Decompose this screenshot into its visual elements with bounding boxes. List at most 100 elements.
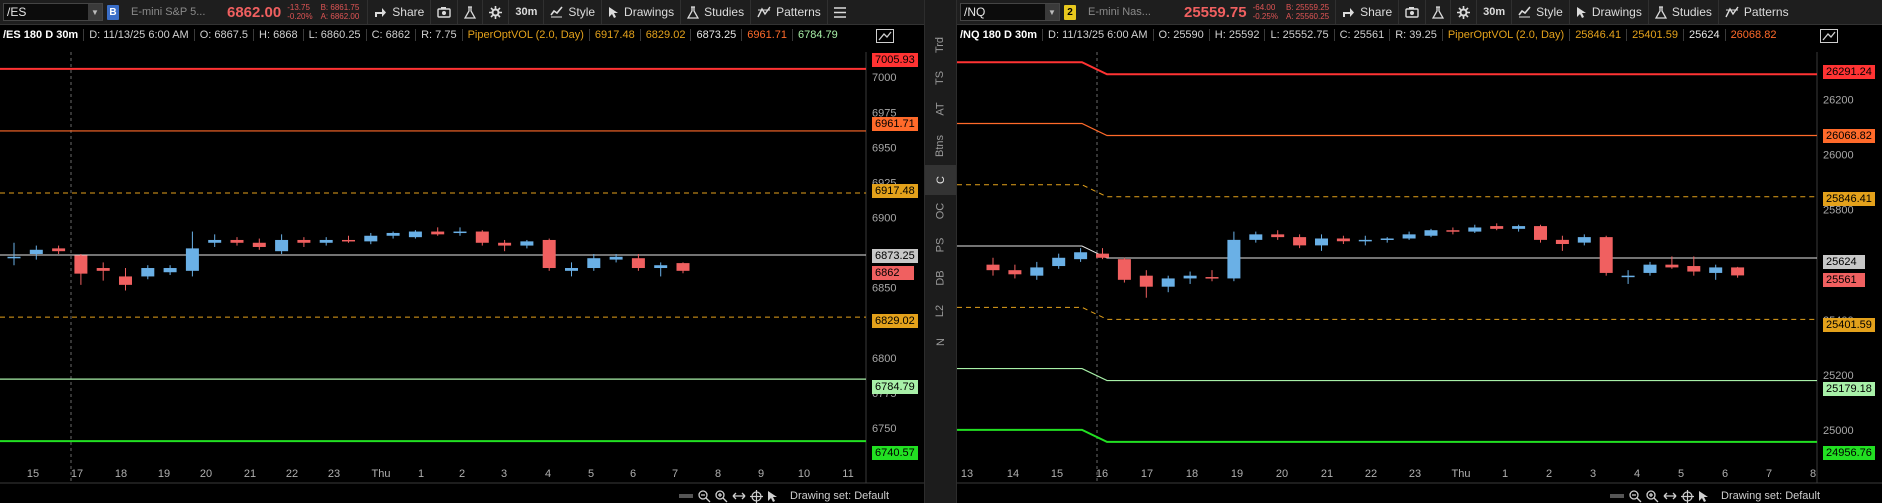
crosshair-icon[interactable] <box>1681 489 1694 503</box>
tab-db[interactable]: DB <box>925 263 956 293</box>
settings-button[interactable] <box>1450 0 1476 24</box>
candle-body <box>1665 264 1679 268</box>
studies-button[interactable]: Studies <box>1647 0 1718 24</box>
drawing-set-label[interactable]: Drawing set: Default <box>1721 490 1820 502</box>
candle-body <box>408 231 422 238</box>
drawings-button[interactable]: Drawings <box>601 0 680 24</box>
candle-body <box>1030 267 1044 276</box>
cursor-icon <box>609 6 619 18</box>
zoom-in-icon[interactable] <box>1646 489 1659 503</box>
link-group-badge[interactable]: B <box>107 4 119 20</box>
bar-date: D: 11/13/25 6:00 AM <box>83 28 189 41</box>
cursor-icon[interactable] <box>767 490 778 503</box>
snapshot-button[interactable] <box>430 0 457 24</box>
crosshair-icon[interactable] <box>750 489 763 503</box>
expand-chart-icon[interactable] <box>876 29 894 43</box>
candle-body <box>1446 230 1460 232</box>
ask-value: A: 25560.25 <box>1285 12 1330 21</box>
pan-arrows-icon[interactable] <box>732 491 746 501</box>
pan-arrows-icon[interactable] <box>1663 491 1677 501</box>
timeframe-button[interactable]: 30m <box>508 0 543 24</box>
style-button[interactable]: Style <box>543 0 601 24</box>
share-icon <box>375 8 387 17</box>
candle-body <box>1490 226 1504 229</box>
bar-date: D: 11/13/25 6:00 AM <box>1042 28 1148 41</box>
timeframe-button[interactable]: 30m <box>1476 0 1511 24</box>
cursor-icon[interactable] <box>1698 490 1709 503</box>
level-line-upper-1 <box>957 184 1817 198</box>
tab-l2[interactable]: L2 <box>925 296 956 326</box>
candle-body <box>185 248 199 271</box>
y-tick-label: 26000 <box>1823 149 1854 161</box>
symbol-text: /ES <box>7 5 27 19</box>
candle-body <box>1052 257 1066 267</box>
patterns-button[interactable]: Patterns <box>1717 0 1795 24</box>
studies-label: Studies <box>704 5 745 19</box>
chevron-down-icon[interactable]: ▼ <box>1045 4 1059 20</box>
zoom-out-icon[interactable] <box>1629 489 1642 503</box>
x-tick-label: 18 <box>115 468 127 480</box>
x-tick-label: 23 <box>1409 468 1421 480</box>
chart-pane-nq[interactable]: /NQ ▼ 2 E-mini Nas... 25559.75 -64.00 -0.2… <box>957 0 1882 503</box>
x-tick-label: 1 <box>418 468 424 480</box>
y-tick-label: 6900 <box>872 213 896 225</box>
zoom-out-icon[interactable] <box>698 489 711 503</box>
symbol-input[interactable]: /NQ ▼ <box>960 3 1060 21</box>
study-value: 25401.59 <box>1626 28 1678 41</box>
candle-body <box>119 276 132 285</box>
bar-high: H: 25592 <box>1208 28 1259 41</box>
price-label-lower-1: 25401.59 <box>1823 318 1875 332</box>
chevron-down-icon[interactable]: ▼ <box>88 4 102 20</box>
style-button[interactable]: Style <box>1511 0 1569 24</box>
drawings-button[interactable]: Drawings <box>1568 0 1648 24</box>
tab-label: OC <box>934 202 947 220</box>
candle-body <box>676 263 690 271</box>
x-tick-label: 22 <box>286 468 298 480</box>
tab-c[interactable]: C <box>925 165 956 195</box>
scroll-handle-icon[interactable] <box>1609 491 1625 501</box>
tab-btns[interactable]: Btns <box>925 131 956 161</box>
price-label-upper-2: 26068.82 <box>1823 129 1875 143</box>
flask-button[interactable] <box>457 0 482 24</box>
studies-button[interactable]: Studies <box>680 0 750 24</box>
chart-pane-es[interactable]: /ES ▼ B E-mini S&P 5... 6862.00 -13.75 -0.… <box>0 0 924 503</box>
price-label-last: 25561 <box>1823 273 1865 287</box>
y-tick-label: 6850 <box>872 283 896 295</box>
symbol-input[interactable]: /ES ▼ <box>3 3 103 21</box>
tab-ps[interactable]: PS <box>925 230 956 260</box>
x-tick-label: 13 <box>961 468 973 480</box>
share-icon <box>1343 8 1355 17</box>
menu-button[interactable] <box>826 0 852 24</box>
x-tick-label: 19 <box>158 468 170 480</box>
candle-body <box>1643 264 1657 273</box>
x-tick-label: 7 <box>672 468 678 480</box>
scroll-handle-icon[interactable] <box>678 491 694 501</box>
studies-label: Studies <box>1671 5 1712 19</box>
symbol-description: E-mini S&P 5... <box>131 6 206 18</box>
tab-oc[interactable]: OC <box>925 196 956 226</box>
candle-body <box>252 242 266 247</box>
link-group-badge[interactable]: 2 <box>1064 4 1076 20</box>
level-line-upper-far <box>957 61 1817 76</box>
expand-chart-icon[interactable] <box>1820 29 1838 43</box>
zoom-in-icon[interactable] <box>715 489 728 503</box>
snapshot-button[interactable] <box>1398 0 1425 24</box>
patterns-button[interactable]: Patterns <box>750 0 827 24</box>
share-button[interactable]: Share <box>1335 0 1398 24</box>
y-tick-label: 6800 <box>872 353 896 365</box>
tab-trd[interactable]: Trd <box>925 30 956 60</box>
share-button[interactable]: Share <box>367 0 430 24</box>
price-label-lower-far: 6740.57 <box>872 446 918 460</box>
tab-n[interactable]: N <box>925 327 956 357</box>
study-name: PiperOptVOL (2.0, Day) <box>461 28 584 41</box>
tab-label: PS <box>934 237 947 253</box>
flask-button[interactable] <box>1425 0 1450 24</box>
tab-at[interactable]: AT <box>925 94 956 124</box>
settings-button[interactable] <box>482 0 508 24</box>
timeframe-label: 30m <box>1483 6 1506 18</box>
cursor-icon <box>1576 6 1586 18</box>
tab-ts[interactable]: TS <box>925 63 956 93</box>
price-label-lower-1: 6829.02 <box>872 314 918 328</box>
pct-change-value: -0.20% <box>287 12 313 21</box>
drawing-set-label[interactable]: Drawing set: Default <box>790 490 889 502</box>
